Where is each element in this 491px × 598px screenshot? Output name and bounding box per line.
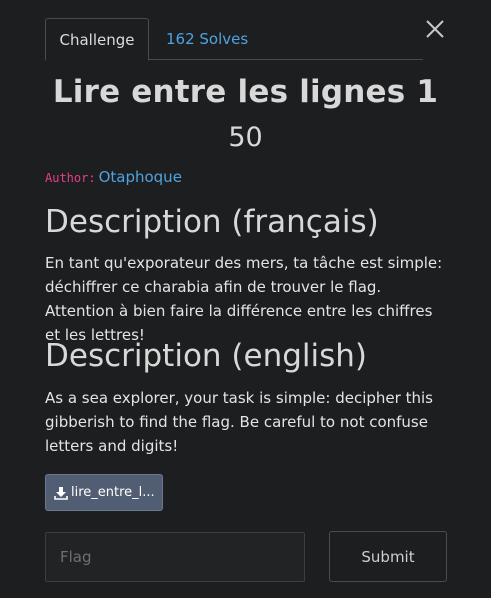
author-name[interactable]: Otaphoque bbox=[99, 168, 182, 186]
tab-challenge[interactable]: Challenge bbox=[45, 18, 149, 61]
description-fr-text: En tant qu'exporateur des mers, ta tâche… bbox=[45, 254, 443, 344]
download-icon bbox=[54, 486, 68, 500]
description-fr-heading: Description (français) bbox=[45, 204, 379, 240]
challenge-value: 50 bbox=[228, 122, 263, 153]
tab-solves[interactable]: 162 Solves bbox=[166, 18, 248, 60]
author-line: Author: Otaphoque bbox=[45, 168, 182, 186]
flag-input[interactable] bbox=[45, 532, 305, 582]
description-en-text: As a sea explorer, your task is simple: … bbox=[45, 389, 433, 455]
description-en-heading: Description (english) bbox=[45, 338, 368, 374]
close-icon[interactable] bbox=[424, 18, 446, 40]
download-file-button[interactable]: lire_entre_l... bbox=[45, 474, 163, 511]
download-file-label: lire_entre_l... bbox=[71, 485, 155, 500]
challenge-title: Lire entre les lignes 1 bbox=[52, 74, 439, 110]
submit-button[interactable]: Submit bbox=[329, 531, 447, 582]
tab-bar: Challenge 162 Solves bbox=[45, 18, 423, 61]
author-key: Author: bbox=[45, 171, 96, 185]
